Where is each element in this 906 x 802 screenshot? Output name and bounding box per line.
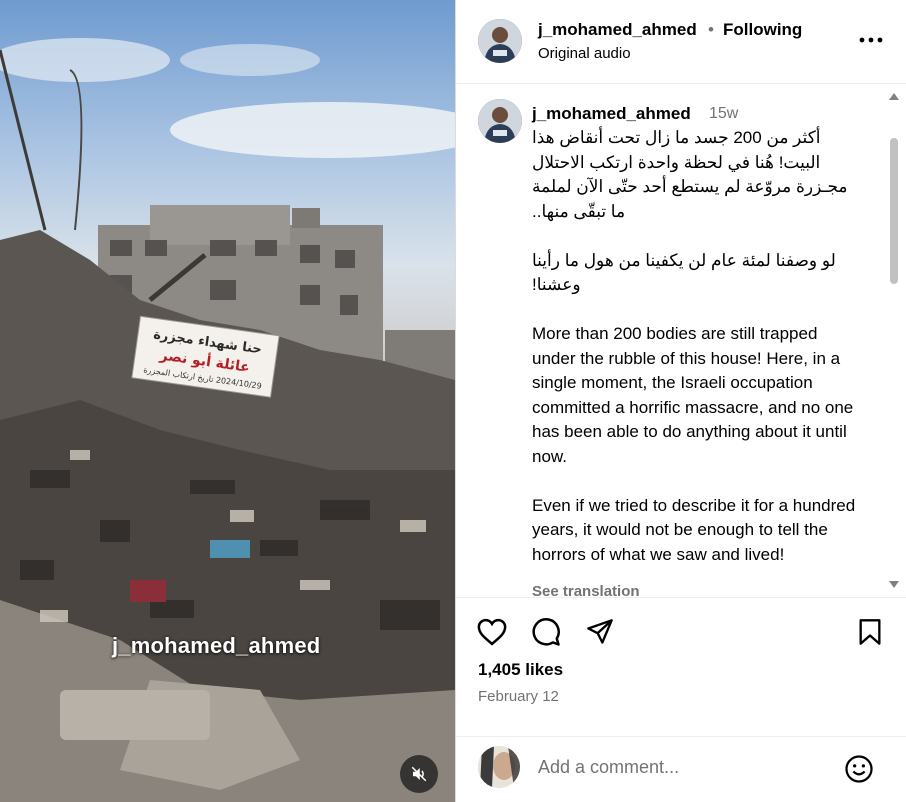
caption-english-paragraph-2: Even if we tried to describe it for a hu… <box>532 495 856 564</box>
comment-icon <box>532 618 560 646</box>
caption-scrollbar-thumb[interactable] <box>890 138 898 284</box>
caption-arabic-paragraph-2: لو وصفنا لمئة عام لن يكفينا من هول ما رأ… <box>532 250 836 295</box>
post-actions: 1,405 likes February 12 <box>456 598 906 738</box>
original-audio-link[interactable]: Original audio <box>538 45 631 62</box>
share-button[interactable] <box>584 616 616 648</box>
caption-author-avatar[interactable] <box>478 99 522 143</box>
rubble-scene-image: حنا شهداء مجزرة عائلة أبو نصر 2024/10/29… <box>0 38 455 802</box>
send-icon <box>587 619 613 644</box>
separator-dot: • <box>708 20 714 39</box>
see-translation-link[interactable]: See translation <box>532 583 640 597</box>
avatar-image <box>478 19 522 63</box>
post-time-ago[interactable]: 15w <box>709 105 738 123</box>
caption-area[interactable]: j_mohamed_ahmed 15w أكثر من 200 جسد ما ز… <box>456 85 906 597</box>
scroll-down-arrow-icon[interactable] <box>888 580 900 590</box>
post-date[interactable]: February 12 <box>478 688 559 705</box>
speaker-muted-icon <box>411 766 427 782</box>
current-user-avatar[interactable] <box>478 746 520 788</box>
emoji-icon <box>845 755 873 783</box>
likes-count[interactable]: 1,405 likes <box>478 660 563 680</box>
comment-input[interactable] <box>538 757 838 778</box>
post-media[interactable]: حنا شهداء مجزرة عائلة أبو نصر 2024/10/29… <box>0 0 455 802</box>
post-side-panel: j_mohamed_ahmed • Following Original aud… <box>455 0 906 802</box>
author-avatar[interactable] <box>478 19 522 63</box>
caption-english-paragraph-1: More than 200 bodies are still trapped u… <box>532 324 854 466</box>
avatar-image <box>478 746 520 788</box>
save-button[interactable] <box>854 616 886 648</box>
like-button[interactable] <box>476 616 508 648</box>
author-username[interactable]: j_mohamed_ahmed <box>538 20 697 40</box>
video-watermark: j_mohamed_ahmed <box>112 633 321 658</box>
scroll-up-arrow-icon[interactable] <box>888 91 900 101</box>
bookmark-icon <box>859 619 881 645</box>
more-horizontal-icon <box>859 37 883 43</box>
following-button[interactable]: Following <box>723 20 802 40</box>
caption-arabic-paragraph-1: أكثر من 200 جسد ما زال تحت أنقاض هذا الب… <box>532 128 848 221</box>
emoji-button[interactable] <box>843 753 875 785</box>
mute-button[interactable] <box>400 755 438 793</box>
comment-row <box>456 737 906 802</box>
caption-text: أكثر من 200 جسد ما زال تحت أنقاض هذا الب… <box>532 126 864 592</box>
comment-button[interactable] <box>530 616 562 648</box>
heart-icon <box>477 618 507 646</box>
caption-username[interactable]: j_mohamed_ahmed <box>532 104 691 124</box>
more-options-button[interactable] <box>858 28 884 52</box>
post-header: j_mohamed_ahmed • Following Original aud… <box>456 0 906 84</box>
avatar-image <box>478 99 522 143</box>
